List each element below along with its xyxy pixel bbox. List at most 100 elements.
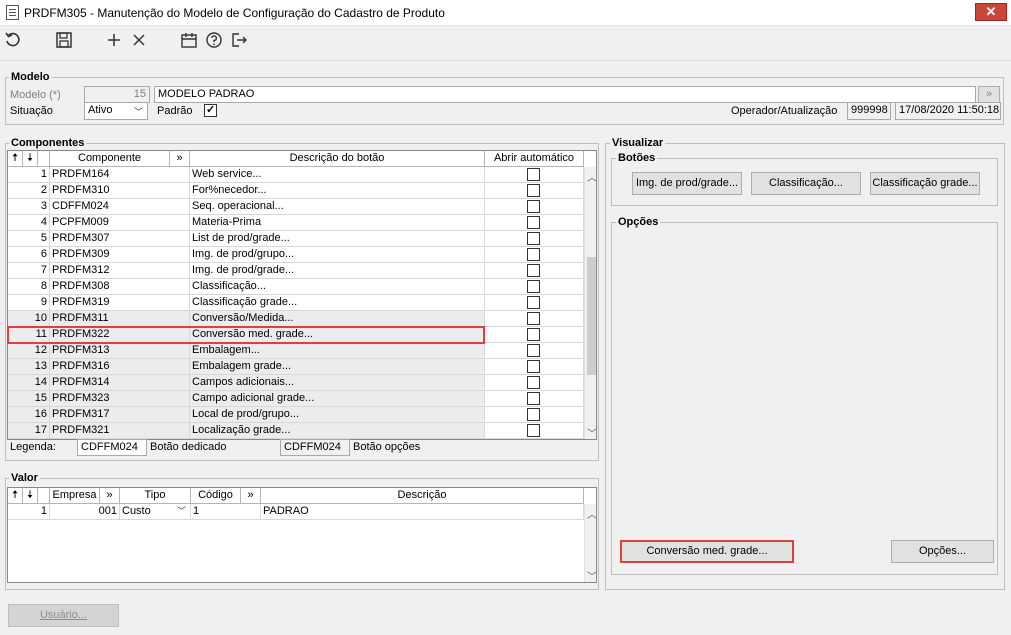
calendar-icon[interactable]	[178, 31, 200, 53]
delete-icon[interactable]	[128, 31, 150, 53]
table-row[interactable]: 8 PRDFM308 Classificação...	[8, 279, 584, 295]
componente-cell[interactable]: PRDFM314	[50, 375, 190, 390]
componente-cell[interactable]: PRDFM312	[50, 263, 190, 278]
usuario-button[interactable]: Usuário...	[8, 604, 119, 627]
table-row[interactable]: 13 PRDFM316 Embalagem grade...	[8, 359, 584, 375]
row-number[interactable]: 15	[8, 391, 50, 406]
componente-cell[interactable]: PRDFM321	[50, 423, 190, 438]
sort-down-icon[interactable]: 🠇	[23, 151, 38, 166]
descricao-cell[interactable]: Embalagem...	[190, 343, 485, 358]
componente-cell[interactable]: PRDFM164	[50, 167, 190, 182]
sort-down-icon[interactable]: 🠇	[23, 488, 38, 503]
save-icon[interactable]	[53, 31, 75, 53]
descricao-cell[interactable]: Embalagem grade...	[190, 359, 485, 374]
descricao-cell[interactable]: Img. de prod/grade...	[190, 263, 485, 278]
row-number[interactable]: 5	[8, 231, 50, 246]
table-row[interactable]: 10 PRDFM311 Conversão/Medida...	[8, 311, 584, 327]
table-row[interactable]: 17 PRDFM321 Localização grade...	[8, 423, 584, 439]
abrir-automatico-checkbox[interactable]	[527, 360, 540, 373]
row-number[interactable]: 2	[8, 183, 50, 198]
abrir-automatico-checkbox[interactable]	[527, 232, 540, 245]
componente-cell[interactable]: PRDFM308	[50, 279, 190, 294]
componente-cell[interactable]: PRDFM311	[50, 311, 190, 326]
table-row[interactable]: 15 PRDFM323 Campo adicional grade...	[8, 391, 584, 407]
classificacao-grade-button[interactable]: Classificação grade...	[870, 172, 980, 195]
expand-icon[interactable]: »	[100, 488, 120, 503]
abrir-automatico-checkbox[interactable]	[527, 280, 540, 293]
abrir-automatico-checkbox[interactable]	[527, 312, 540, 325]
valor-scrollbar[interactable]: ︿ ﹀	[584, 504, 596, 582]
table-row[interactable]: 9 PRDFM319 Classificação grade...	[8, 295, 584, 311]
componente-cell[interactable]: PRDFM313	[50, 343, 190, 358]
row-number[interactable]: 1	[8, 167, 50, 182]
descricao-cell[interactable]: Seq. operacional...	[190, 199, 485, 214]
componente-cell[interactable]: PRDFM317	[50, 407, 190, 422]
descricao-cell[interactable]: Campo adicional grade...	[190, 391, 485, 406]
sort-up-icon[interactable]: 🠅	[8, 488, 23, 503]
header-componente[interactable]: Componente	[50, 151, 170, 166]
modelo-name-field[interactable]: MODELO PADRAO	[154, 86, 976, 103]
abrir-automatico-checkbox[interactable]	[527, 216, 540, 229]
header-tipo[interactable]: Tipo	[120, 488, 191, 503]
row-number[interactable]: 3	[8, 199, 50, 214]
classificacao-button[interactable]: Classificação...	[751, 172, 861, 195]
codigo-cell[interactable]: 1	[191, 504, 261, 519]
valor-grid[interactable]: 🠅 🠇 Empresa » Tipo Código » Descrição 1 …	[7, 487, 597, 583]
row-number[interactable]: 7	[8, 263, 50, 278]
abrir-automatico-checkbox[interactable]	[527, 168, 540, 181]
descricao-cell[interactable]: Materia-Prima	[190, 215, 485, 230]
descricao-cell[interactable]: Conversão/Medida...	[190, 311, 485, 326]
descricao-cell[interactable]: List de prod/grade...	[190, 231, 485, 246]
table-row[interactable]: 14 PRDFM314 Campos adicionais...	[8, 375, 584, 391]
abrir-automatico-checkbox[interactable]	[527, 328, 540, 341]
scroll-up-icon[interactable]: ︿	[585, 506, 596, 521]
table-row[interactable]: 1 PRDFM164 Web service...	[8, 167, 584, 183]
row-number[interactable]: 16	[8, 407, 50, 422]
abrir-automatico-checkbox[interactable]	[527, 376, 540, 389]
lookup-button[interactable]: »	[978, 86, 1000, 103]
descricao-cell[interactable]: Web service...	[190, 167, 485, 182]
sort-up-icon[interactable]: 🠅	[8, 151, 23, 166]
table-row[interactable]: 3 CDFFM024 Seq. operacional...	[8, 199, 584, 215]
scroll-thumb[interactable]	[587, 257, 596, 375]
abrir-automatico-checkbox[interactable]	[527, 200, 540, 213]
padrao-checkbox[interactable]	[204, 103, 217, 117]
abrir-automatico-checkbox[interactable]	[527, 424, 540, 437]
img-prod-grade-button[interactable]: Img. de prod/grade...	[632, 172, 742, 195]
table-row[interactable]: 4 PCPFM009 Materia-Prima	[8, 215, 584, 231]
componente-cell[interactable]: PCPFM009	[50, 215, 190, 230]
componente-cell[interactable]: CDFFM024	[50, 199, 190, 214]
opcoes-button[interactable]: Opções...	[891, 540, 994, 563]
refresh-icon[interactable]	[2, 31, 24, 53]
row-number[interactable]: 9	[8, 295, 50, 310]
tipo-cell[interactable]: Custo ﹀	[120, 504, 191, 519]
expand-icon[interactable]: »	[170, 151, 190, 166]
header-codigo[interactable]: Código	[191, 488, 241, 503]
componentes-scrollbar[interactable]: ︿ ﹀	[584, 167, 596, 439]
help-icon[interactable]	[203, 31, 225, 53]
abrir-automatico-checkbox[interactable]	[527, 408, 540, 421]
row-number[interactable]: 12	[8, 343, 50, 358]
abrir-automatico-checkbox[interactable]	[527, 392, 540, 405]
abrir-automatico-checkbox[interactable]	[527, 344, 540, 357]
close-button[interactable]: ✕	[975, 3, 1007, 21]
scroll-up-icon[interactable]: ︿	[585, 169, 596, 184]
conversao-med-grade-button[interactable]: Conversão med. grade...	[620, 540, 794, 563]
row-number[interactable]: 10	[8, 311, 50, 326]
abrir-automatico-checkbox[interactable]	[527, 248, 540, 261]
exit-icon[interactable]	[228, 31, 250, 53]
expand-icon[interactable]: »	[241, 488, 261, 503]
componente-cell[interactable]: PRDFM307	[50, 231, 190, 246]
empresa-cell[interactable]: 001	[50, 504, 120, 519]
componente-cell[interactable]: PRDFM323	[50, 391, 190, 406]
abrir-automatico-checkbox[interactable]	[527, 296, 540, 309]
table-row[interactable]: 12 PRDFM313 Embalagem...	[8, 343, 584, 359]
scroll-down-icon[interactable]: ﹀	[585, 568, 596, 582]
descricao-cell[interactable]: Local de prod/grupo...	[190, 407, 485, 422]
table-row[interactable]: 2 PRDFM310 For%necedor...	[8, 183, 584, 199]
table-row[interactable]: 1 001 Custo ﹀ 1 PADRAO	[8, 504, 584, 520]
descricao-cell[interactable]: For%necedor...	[190, 183, 485, 198]
descricao-cell[interactable]: Classificação...	[190, 279, 485, 294]
header-descricao[interactable]: Descrição do botão	[190, 151, 485, 166]
componente-cell[interactable]: PRDFM319	[50, 295, 190, 310]
